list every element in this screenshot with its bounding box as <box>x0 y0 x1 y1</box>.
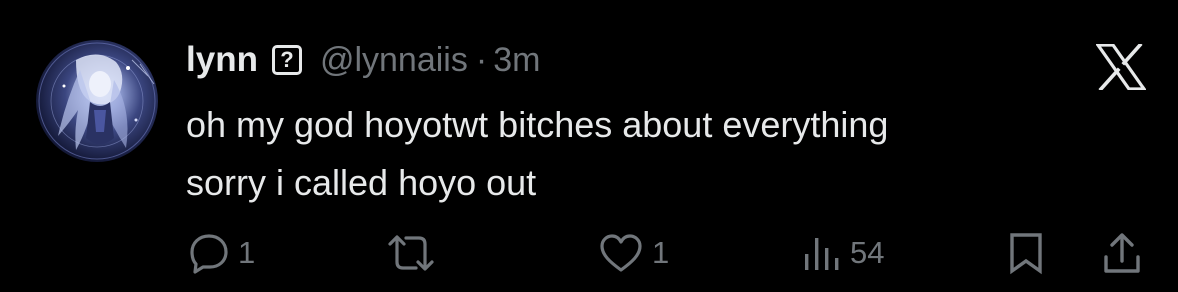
reply-count: 1 <box>238 235 256 270</box>
tweet-text: oh my god hoyotwt bitches about everythi… <box>186 96 1086 212</box>
timestamp[interactable]: 3m <box>493 41 540 80</box>
like-count: 1 <box>652 235 670 270</box>
share-icon <box>1102 231 1142 275</box>
separator-dot: · <box>475 40 488 79</box>
anime-avatar-icon <box>38 42 156 160</box>
reply-icon <box>188 232 230 274</box>
action-bar: 1 1 54 <box>0 228 1178 278</box>
heart-icon <box>598 232 644 274</box>
user-handle[interactable]: @lynnaiis <box>320 41 468 80</box>
bookmark-button[interactable] <box>1008 228 1044 278</box>
views-icon <box>802 232 842 274</box>
x-logo-icon[interactable] <box>1094 42 1148 92</box>
like-button[interactable]: 1 <box>598 228 669 278</box>
tweet-text-line: sorry i called hoyo out <box>186 162 537 203</box>
reply-button[interactable]: 1 <box>188 228 255 278</box>
avatar[interactable] <box>36 40 158 162</box>
retweet-button[interactable] <box>386 228 444 278</box>
tweet-header: lynn ? @lynnaiis · 3m <box>186 38 540 82</box>
bookmark-icon <box>1008 231 1044 275</box>
tweet-text-line: oh my god hoyotwt bitches about everythi… <box>186 104 889 145</box>
share-button[interactable] <box>1102 228 1142 278</box>
tweet-card: lynn ? @lynnaiis · 3m oh my god hoyotwt … <box>0 0 1178 292</box>
views-count: 54 <box>850 235 885 270</box>
retweet-icon <box>386 232 436 274</box>
display-name[interactable]: lynn <box>186 40 258 80</box>
views-button[interactable]: 54 <box>802 228 884 278</box>
unknown-badge-icon: ? <box>271 45 302 75</box>
